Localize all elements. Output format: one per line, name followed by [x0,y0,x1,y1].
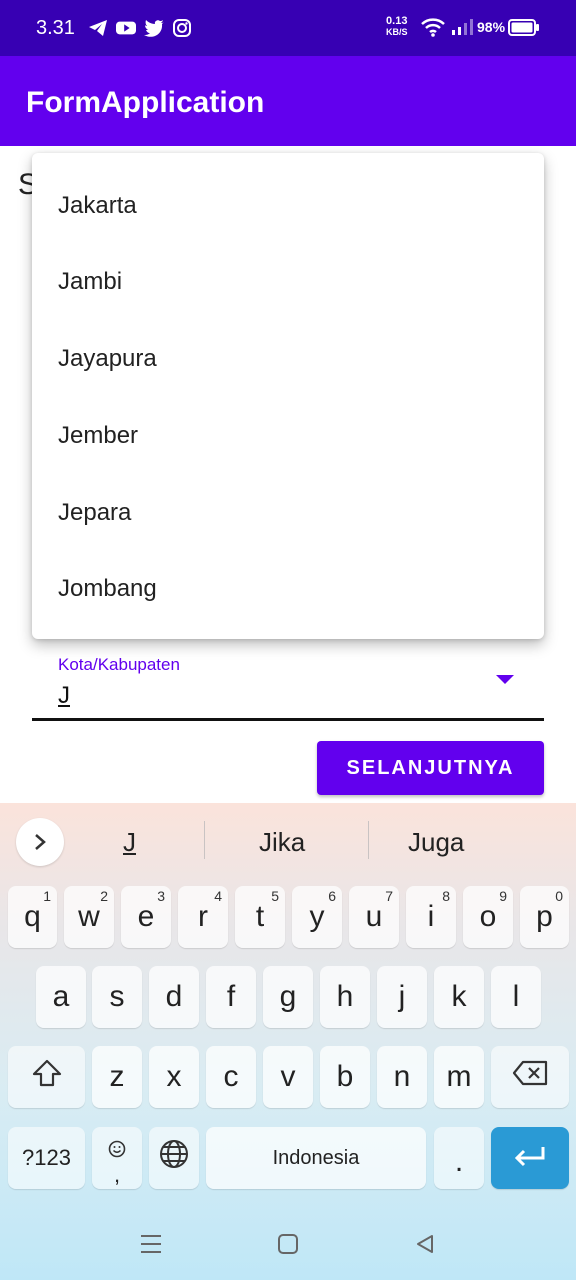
city-field-label: Kota/Kabupaten [58,655,180,674]
dropdown-item-jambi[interactable]: Jambi [58,268,122,296]
suggestion-divider [204,821,205,859]
dropdown-item-jepara[interactable]: Jepara [58,499,131,527]
emoji-icon [108,1132,126,1166]
battery-icon [508,19,540,36]
status-time: 3.31 [36,17,75,39]
suggestion-divider [368,821,369,859]
youtube-icon [116,18,136,38]
home-icon[interactable] [272,1228,304,1260]
app-title: FormApplication [26,86,265,119]
enter-key[interactable] [491,1127,569,1189]
city-field-underline [32,718,544,721]
back-icon[interactable] [409,1228,441,1260]
next-button[interactable]: SELANJUTNYA [317,741,544,795]
key-y[interactable]: y6 [292,886,342,948]
backspace-key[interactable] [491,1046,569,1108]
space-key[interactable]: Indonesia [206,1127,426,1189]
shift-key[interactable] [8,1046,85,1108]
twitter-icon [144,18,164,38]
globe-icon [159,1139,189,1177]
suggestion-3[interactable]: Juga [408,827,464,858]
key-n[interactable]: n [377,1046,427,1108]
enter-icon [513,1141,547,1175]
key-d[interactable]: d [149,966,199,1028]
dropdown-arrow-icon[interactable] [496,675,514,684]
key-t[interactable]: t5 [235,886,285,948]
key-b[interactable]: b [320,1046,370,1108]
telegram-icon [88,18,108,38]
key-s[interactable]: s [92,966,142,1028]
period-key[interactable]: . [434,1127,484,1189]
key-a[interactable]: a [36,966,86,1028]
app-bar: FormApplication [0,56,576,146]
suggestion-2[interactable]: Jika [259,827,305,858]
key-u[interactable]: u7 [349,886,399,948]
key-h[interactable]: h [320,966,370,1028]
key-p[interactable]: p0 [520,886,569,948]
menu-icon[interactable] [135,1228,167,1260]
soft-keyboard: J Jika Juga q1 w2 e3 r4 t5 y6 u7 i8 o9 p… [0,803,576,1280]
wifi-icon [420,16,446,38]
symbols-key[interactable]: ?123 [8,1127,85,1189]
battery-percent: 98% [477,19,506,35]
shift-icon [32,1059,62,1095]
key-f[interactable]: f [206,966,256,1028]
emoji-comma-key[interactable]: , [92,1127,142,1189]
key-c[interactable]: c [206,1046,256,1108]
dropdown-item-jombang[interactable]: Jombang [58,575,157,603]
dropdown-item-jakarta[interactable]: Jakarta [58,192,137,220]
key-v[interactable]: v [263,1046,313,1108]
suggestion-1[interactable]: J [123,827,136,858]
key-j[interactable]: j [377,966,427,1028]
city-dropdown-menu: Jakarta Jambi Jayapura Jember Jepara Jom… [32,153,544,639]
key-l[interactable]: l [491,966,541,1028]
key-r[interactable]: r4 [178,886,228,948]
instagram-icon [172,18,192,38]
network-speed: 0.13 KB/S [386,15,408,38]
suggestion-bar: J Jika Juga [0,803,576,879]
chevron-right-icon[interactable] [16,818,64,866]
key-w[interactable]: w2 [64,886,114,948]
key-o[interactable]: o9 [463,886,513,948]
notification-icons [88,18,192,38]
system-nav-bar [0,1208,576,1280]
key-g[interactable]: g [263,966,313,1028]
key-x[interactable]: x [149,1046,199,1108]
dropdown-item-jayapura[interactable]: Jayapura [58,345,157,373]
backspace-icon [512,1060,548,1094]
key-e[interactable]: e3 [121,886,171,948]
key-z[interactable]: z [92,1046,142,1108]
city-input[interactable]: J [58,682,70,710]
status-bar: 3.31 0.13 KB/S 98% [0,0,576,56]
key-q[interactable]: q1 [8,886,57,948]
key-i[interactable]: i8 [406,886,456,948]
key-m[interactable]: m [434,1046,484,1108]
dropdown-item-jember[interactable]: Jember [58,422,138,450]
signal-icon [450,18,474,36]
language-key[interactable] [149,1127,199,1189]
key-k[interactable]: k [434,966,484,1028]
